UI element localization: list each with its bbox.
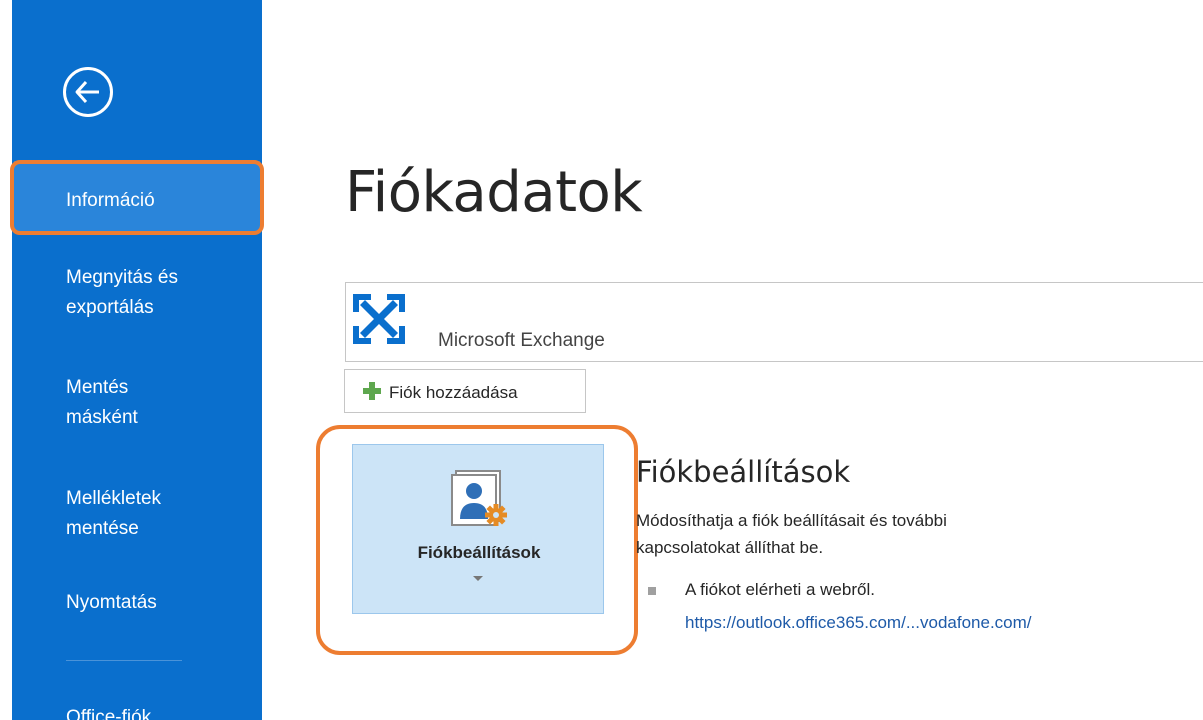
add-account-label: Fiók hozzáadása <box>389 383 518 402</box>
sidebar-item-print[interactable]: Nyomtatás <box>66 588 157 618</box>
section-description: Módosíthatja a fiók beállításait és tová… <box>636 511 947 557</box>
left-margin <box>0 0 12 720</box>
backstage-sidebar: Információ Megnyitás és exportálás Menté… <box>0 0 262 720</box>
section-title: Fiókbeállítások <box>636 455 851 489</box>
sidebar-item-label: exportálás <box>66 297 154 318</box>
highlight-annotation-settings <box>316 425 638 655</box>
sidebar-item-label: Mellékletek <box>66 488 162 509</box>
plus-icon <box>363 382 381 400</box>
sidebar-item-office-account[interactable]: Office-fiók <box>66 703 151 720</box>
bullet-icon <box>648 587 656 595</box>
sidebar-item-label: Megnyitás és <box>66 267 178 288</box>
highlight-annotation-info <box>10 160 264 235</box>
sidebar-item-open-export[interactable]: Megnyitás és exportálás <box>66 263 178 323</box>
sidebar-item-label: Mentés <box>66 377 129 398</box>
exchange-icon <box>353 294 405 344</box>
web-access-link[interactable]: https://outlook.office365.com/...vodafon… <box>685 613 1032 633</box>
page-title: Fiókadatok <box>345 160 643 225</box>
sidebar-item-save-attachments[interactable]: Mellékletek mentése <box>66 484 161 544</box>
add-account-button[interactable]: Fiók hozzáadása <box>344 369 586 413</box>
sidebar-divider <box>66 660 182 661</box>
sidebar-item-label: mentése <box>66 518 139 539</box>
web-access-text: A fiókot elérheti a webről. <box>685 580 875 599</box>
account-selector[interactable]: Microsoft Exchange <box>345 282 1203 362</box>
sidebar-item-save-as[interactable]: Mentés másként <box>66 373 138 433</box>
account-name: Microsoft Exchange <box>438 330 605 351</box>
back-button[interactable] <box>63 67 113 117</box>
sidebar-item-label: másként <box>66 407 138 428</box>
back-arrow-icon <box>75 80 99 104</box>
